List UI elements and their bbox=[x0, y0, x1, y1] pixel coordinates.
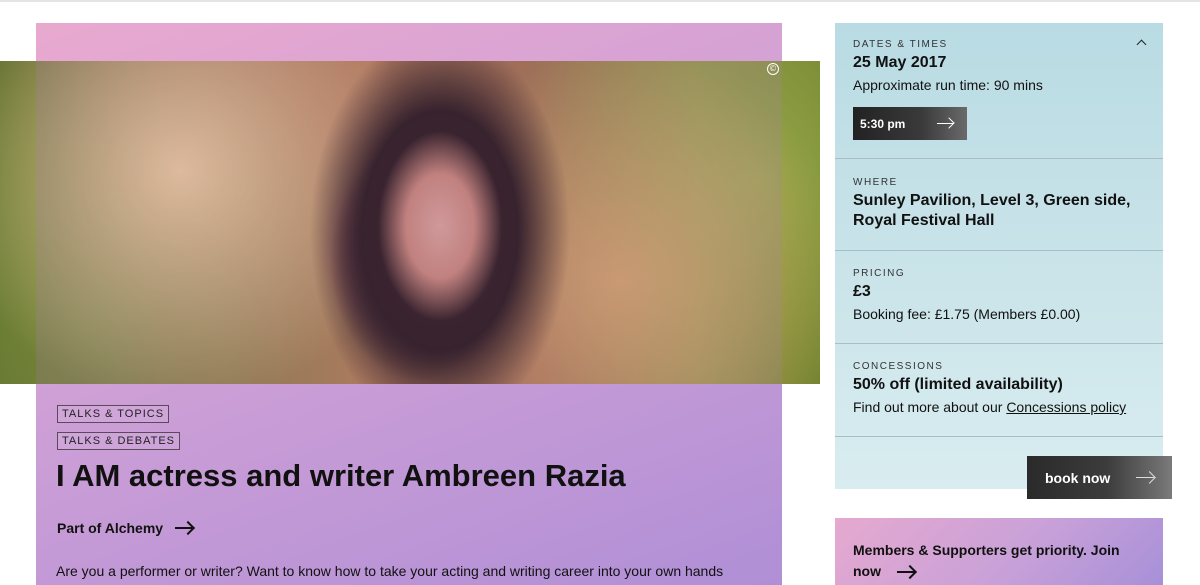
book-now-button[interactable]: book now bbox=[1027, 456, 1172, 499]
concessions-offer: 50% off (limited availability) bbox=[853, 376, 1063, 393]
concessions-label: CONCESSIONS bbox=[853, 361, 944, 372]
pricing-section: PRICING £3 Booking fee: £1.75 (Members £… bbox=[835, 251, 1163, 344]
members-card[interactable]: Members & Supporters get priority. Join … bbox=[835, 518, 1163, 585]
members-cta[interactable]: Members & Supporters get priority. Join … bbox=[853, 540, 1145, 582]
event-intro: Are you a performer or writer? Want to k… bbox=[56, 563, 724, 579]
booking-fee: Booking fee: £1.75 (Members £0.00) bbox=[853, 306, 1081, 322]
event-date: 25 May 2017 bbox=[853, 54, 947, 71]
where-label: WHERE bbox=[853, 177, 898, 188]
venue: Sunley Pavilion, Level 3, Green side, Ro… bbox=[853, 192, 1131, 229]
concessions-policy-link[interactable]: Concessions policy bbox=[1006, 399, 1126, 415]
copyright-icon[interactable]: © bbox=[767, 63, 779, 75]
info-panel: DATES & TIMES 25 May 2017 Approximate ru… bbox=[835, 23, 1163, 489]
price: £3 bbox=[853, 283, 871, 300]
arrow-right-icon bbox=[896, 571, 915, 574]
hero-image bbox=[0, 61, 820, 384]
hero-overlay bbox=[36, 61, 782, 384]
concessions-section: CONCESSIONS 50% off (limited availabilit… bbox=[835, 344, 1163, 437]
pricing-label: PRICING bbox=[853, 268, 906, 279]
event-title: I AM actress and writer Ambreen Razia bbox=[56, 458, 626, 493]
dates-section: DATES & TIMES 25 May 2017 Approximate ru… bbox=[835, 23, 1163, 159]
concessions-info: Find out more about our Concessions poli… bbox=[853, 399, 1145, 415]
arrow-right-icon bbox=[1136, 476, 1154, 479]
members-label: Members & Supporters get priority. Join … bbox=[853, 542, 1120, 579]
top-divider bbox=[0, 0, 1200, 2]
tag-talks-debates[interactable]: TALKS & DEBATES bbox=[57, 432, 181, 450]
part-of-label: Part of Alchemy bbox=[57, 520, 164, 536]
arrow-right-icon bbox=[175, 527, 194, 529]
tag-talks-topics[interactable]: TALKS & TOPICS bbox=[57, 405, 170, 423]
dates-label: DATES & TIMES bbox=[853, 39, 948, 50]
run-time: Approximate run time: 90 mins bbox=[853, 77, 1043, 93]
time-slot-button[interactable]: 5:30 pm bbox=[853, 107, 967, 140]
book-now-label: book now bbox=[1045, 469, 1111, 486]
part-of-link[interactable]: Part of Alchemy bbox=[57, 520, 194, 536]
time-slot-label: 5:30 pm bbox=[860, 116, 906, 131]
arrow-right-icon bbox=[937, 122, 953, 125]
concessions-prefix: Find out more about our bbox=[853, 399, 1007, 415]
where-section: WHERE Sunley Pavilion, Level 3, Green si… bbox=[835, 159, 1163, 251]
